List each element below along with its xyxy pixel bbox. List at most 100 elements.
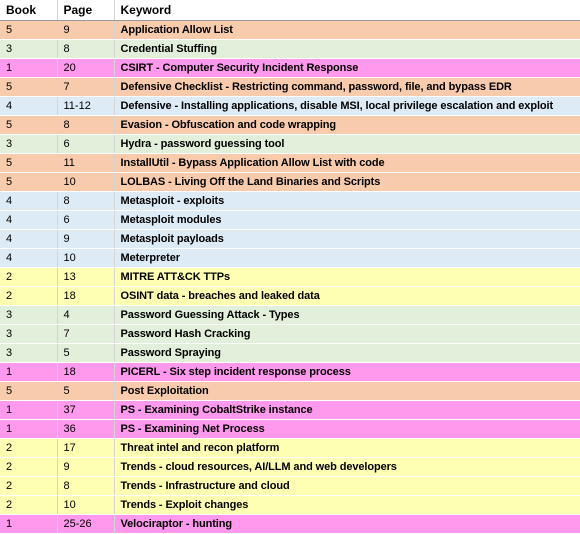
cell-book[interactable]: 1: [0, 514, 58, 534]
cell-book[interactable]: 2: [0, 495, 58, 515]
cell-book[interactable]: 1: [0, 400, 58, 420]
table-row: 1 36 PS - Examining Net Process: [0, 419, 580, 439]
cell-keyword[interactable]: Metasploit payloads: [114, 229, 580, 249]
cell-book[interactable]: 5: [0, 172, 58, 192]
cell-keyword[interactable]: LOLBAS - Living Off the Land Binaries an…: [114, 172, 580, 192]
cell-book[interactable]: 1: [0, 419, 58, 439]
cell-book[interactable]: 5: [0, 381, 58, 401]
cell-keyword[interactable]: OSINT data - breaches and leaked data: [114, 286, 580, 306]
cell-page[interactable]: 20: [57, 58, 115, 78]
cell-page[interactable]: 11: [57, 153, 115, 173]
table-row: 4 11-12 Defensive - Installing application…: [0, 96, 580, 116]
table-row: 5 5 Post Exploitation: [0, 381, 580, 401]
cell-keyword[interactable]: Credential Stuffing: [114, 39, 580, 59]
cell-page[interactable]: 18: [57, 362, 115, 382]
cell-keyword[interactable]: Hydra - password guessing tool: [114, 134, 580, 154]
cell-page[interactable]: 10: [57, 495, 115, 515]
cell-book[interactable]: 4: [0, 191, 58, 211]
cell-keyword[interactable]: Password Guessing Attack - Types: [114, 305, 580, 325]
cell-keyword[interactable]: Evasion - Obfuscation and code wrapping: [114, 115, 580, 135]
cell-page[interactable]: 13: [57, 267, 115, 287]
cell-keyword[interactable]: Application Allow List: [114, 20, 580, 40]
cell-keyword[interactable]: Trends - Exploit changes: [114, 495, 580, 515]
cell-keyword[interactable]: Metasploit - exploits: [114, 191, 580, 211]
cell-page[interactable]: 7: [57, 77, 115, 97]
table-row: 4 8 Metasploit - exploits: [0, 191, 580, 211]
cell-book[interactable]: 4: [0, 210, 58, 230]
cell-keyword[interactable]: PS - Examining Net Process: [114, 419, 580, 439]
cell-book[interactable]: 5: [0, 153, 58, 173]
cell-page[interactable]: 5: [57, 381, 115, 401]
cell-page[interactable]: 9: [57, 229, 115, 249]
cell-keyword[interactable]: Meterpreter: [114, 248, 580, 268]
cell-book[interactable]: 4: [0, 248, 58, 268]
cell-keyword[interactable]: Trends - Infrastructure and cloud: [114, 476, 580, 496]
table-row: 2 9 Trends - cloud resources, AI/LLM and w…: [0, 457, 580, 477]
cell-keyword[interactable]: Velociraptor - hunting: [114, 514, 580, 534]
cell-page[interactable]: 18: [57, 286, 115, 306]
header-page[interactable]: Page: [57, 0, 115, 21]
table-row: 2 17 Threat intel and recon platform: [0, 438, 580, 458]
cell-book[interactable]: 3: [0, 134, 58, 154]
cell-page[interactable]: 8: [57, 191, 115, 211]
cell-page[interactable]: 9: [57, 457, 115, 477]
cell-keyword[interactable]: Defensive Checklist - Restricting comman…: [114, 77, 580, 97]
table-row: 2 18 OSINT data - breaches and leaked data: [0, 286, 580, 306]
cell-keyword[interactable]: PICERL - Six step incident response proc…: [114, 362, 580, 382]
cell-book[interactable]: 5: [0, 77, 58, 97]
cell-keyword[interactable]: Password Hash Cracking: [114, 324, 580, 344]
table-row: 1 18 PICERL - Six step incident response p…: [0, 362, 580, 382]
cell-keyword[interactable]: MITRE ATT&CK TTPs: [114, 267, 580, 287]
cell-page[interactable]: 5: [57, 343, 115, 363]
cell-book[interactable]: 2: [0, 286, 58, 306]
cell-book[interactable]: 1: [0, 58, 58, 78]
cell-keyword[interactable]: PS - Examining CobaltStrike instance: [114, 400, 580, 420]
table-row: 3 8 Credential Stuffing: [0, 39, 580, 59]
cell-page[interactable]: 11-12: [57, 96, 115, 116]
cell-page[interactable]: 9: [57, 20, 115, 40]
cell-book[interactable]: 2: [0, 457, 58, 477]
cell-book[interactable]: 2: [0, 267, 58, 287]
cell-keyword[interactable]: Password Spraying: [114, 343, 580, 363]
cell-book[interactable]: 4: [0, 96, 58, 116]
cell-page[interactable]: 8: [57, 39, 115, 59]
cell-page[interactable]: 10: [57, 172, 115, 192]
cell-keyword[interactable]: Post Exploitation: [114, 381, 580, 401]
cell-keyword[interactable]: InstallUtil - Bypass Application Allow L…: [114, 153, 580, 173]
cell-book[interactable]: 3: [0, 343, 58, 363]
cell-keyword[interactable]: CSIRT - Computer Security Incident Respo…: [114, 58, 580, 78]
cell-book[interactable]: 5: [0, 20, 58, 40]
table-row: 5 9 Application Allow List: [0, 20, 580, 40]
cell-page[interactable]: 8: [57, 476, 115, 496]
table-body: 5 9 Application Allow List 3 8 Credential Stu…: [0, 20, 580, 534]
table-row: 3 6 Hydra - password guessing tool: [0, 134, 580, 154]
cell-page[interactable]: 6: [57, 134, 115, 154]
cell-keyword[interactable]: Defensive - Installing applications, dis…: [114, 96, 580, 116]
cell-keyword[interactable]: Trends - cloud resources, AI/LLM and web…: [114, 457, 580, 477]
cell-page[interactable]: 37: [57, 400, 115, 420]
cell-keyword[interactable]: Threat intel and recon platform: [114, 438, 580, 458]
cell-book[interactable]: 5: [0, 115, 58, 135]
cell-page[interactable]: 4: [57, 305, 115, 325]
header-book[interactable]: Book: [0, 0, 58, 21]
cell-page[interactable]: 7: [57, 324, 115, 344]
cell-page[interactable]: 17: [57, 438, 115, 458]
cell-page[interactable]: 36: [57, 419, 115, 439]
cell-book[interactable]: 3: [0, 39, 58, 59]
cell-book[interactable]: 4: [0, 229, 58, 249]
cell-book[interactable]: 3: [0, 324, 58, 344]
cell-page[interactable]: 8: [57, 115, 115, 135]
cell-book[interactable]: 2: [0, 476, 58, 496]
header-keyword[interactable]: Keyword: [114, 0, 580, 21]
table-row: 4 10 Meterpreter: [0, 248, 580, 268]
cell-book[interactable]: 2: [0, 438, 58, 458]
cell-page[interactable]: 6: [57, 210, 115, 230]
cell-keyword[interactable]: Metasploit modules: [114, 210, 580, 230]
table-row: 2 8 Trends - Infrastructure and cloud: [0, 476, 580, 496]
cell-page[interactable]: 10: [57, 248, 115, 268]
table-row: 1 20 CSIRT - Computer Security Incident Re…: [0, 58, 580, 78]
cell-page[interactable]: 25-26: [57, 514, 115, 534]
cell-book[interactable]: 1: [0, 362, 58, 382]
cell-book[interactable]: 3: [0, 305, 58, 325]
table-row: 3 4 Password Guessing Attack - Types: [0, 305, 580, 325]
